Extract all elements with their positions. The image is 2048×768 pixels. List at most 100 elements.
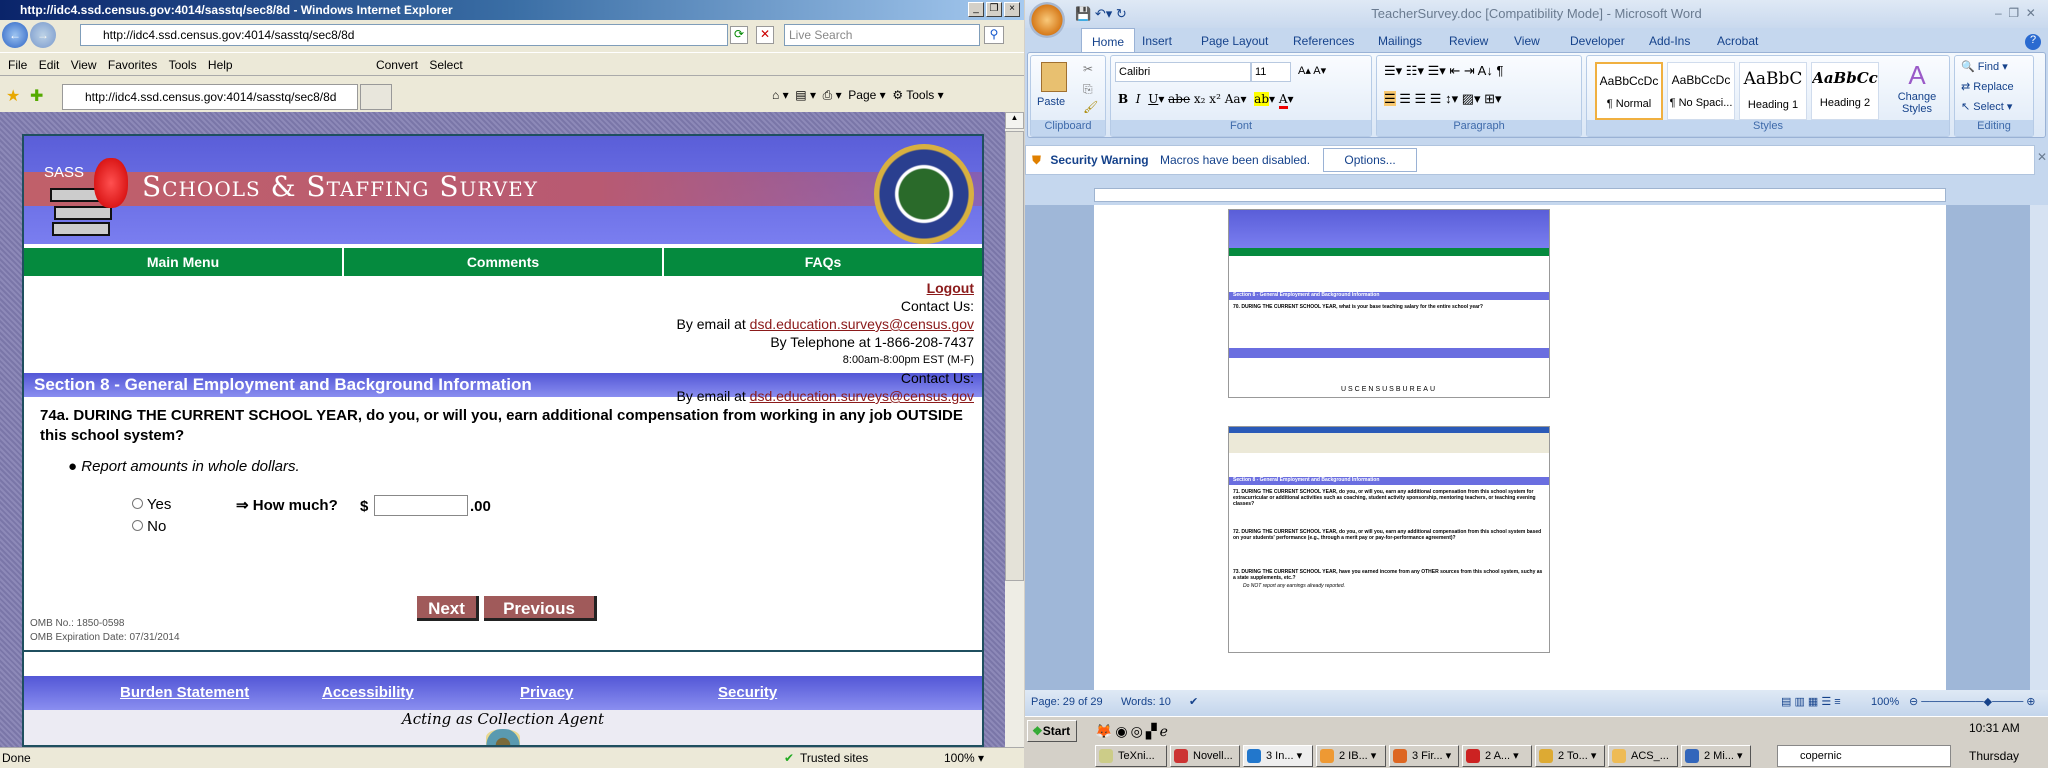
zoom-slider[interactable]: ⊖ ────────◆──── ⊕ [1909, 690, 2036, 714]
forward-button[interactable]: → [30, 22, 56, 48]
taskbar-item-ib[interactable]: 2 IB... ▾ [1316, 745, 1386, 767]
refresh-icon[interactable]: ⟳ [730, 26, 748, 44]
find-button[interactable]: 🔍 Find ▾ [1961, 60, 2008, 73]
search-input[interactable]: Live Search [784, 24, 980, 46]
font-size-select[interactable]: 11 [1251, 62, 1291, 82]
menu-edit[interactable]: Edit [39, 53, 60, 77]
menu-help[interactable]: Help [208, 53, 233, 77]
security-link[interactable]: Security [718, 684, 777, 701]
menu-view[interactable]: View [71, 53, 97, 77]
cut-icon[interactable]: ✂ [1083, 62, 1093, 76]
page-count[interactable]: Page: 29 of 29 [1031, 690, 1103, 714]
email-link[interactable]: dsd.education.surveys@census.gov [750, 316, 974, 332]
stop-icon[interactable]: ✕ [756, 26, 774, 44]
back-button[interactable]: ← [2, 22, 28, 48]
replace-button[interactable]: ⇄ Replace [1961, 80, 2014, 93]
view-buttons[interactable]: ▤ ▥ ▦ ☰ ≡ [1781, 690, 1841, 714]
tools-menu[interactable]: Tools [906, 88, 934, 102]
menu-favorites[interactable]: Favorites [108, 53, 157, 77]
vertical-scrollbar[interactable]: ▲ [1005, 112, 1024, 747]
convert-button[interactable]: Convert [376, 53, 418, 77]
select-button[interactable]: Select [429, 53, 462, 77]
style-normal[interactable]: AaBbCcDc ¶ Normal [1595, 62, 1663, 120]
style-heading-1[interactable]: AaBbC Heading 1 [1739, 62, 1807, 120]
tab-mailings[interactable]: Mailings [1378, 34, 1422, 48]
address-bar[interactable]: http://idc4.ssd.census.gov:4014/sasstq/s… [80, 24, 728, 46]
style-heading-2[interactable]: AaBbCc Heading 2 [1811, 62, 1879, 120]
copernic-search-box[interactable]: copernic [1777, 745, 1951, 767]
clock-time[interactable]: 10:31 AM [1969, 721, 2020, 735]
print-icon[interactable]: ⎙ ▾ [823, 88, 842, 102]
change-styles-button[interactable]: A Change Styles [1887, 60, 1947, 115]
amount-input[interactable] [374, 495, 468, 516]
tab-page-layout[interactable]: Page Layout [1201, 34, 1268, 48]
home-icon[interactable]: ⌂ ▾ [772, 88, 789, 102]
word-count[interactable]: Words: 10 [1121, 690, 1171, 714]
minimize-button[interactable]: _ [968, 2, 984, 17]
tab-acrobat[interactable]: Acrobat [1717, 34, 1758, 48]
undo-icon[interactable]: ↶▾ [1095, 6, 1112, 21]
paste-icon[interactable] [1041, 62, 1067, 92]
search-icon[interactable]: ⚲ [984, 26, 1004, 44]
taskbar-item-acs[interactable]: ACS_... [1608, 745, 1678, 767]
nav-main-menu[interactable]: Main Menu [24, 248, 344, 276]
previous-button[interactable]: Previous [484, 596, 597, 621]
taskbar-item-novell[interactable]: Novell... [1170, 745, 1240, 767]
redo-icon[interactable]: ↻ [1116, 6, 1127, 21]
close-button[interactable]: × [1004, 2, 1020, 17]
quick-launch[interactable]: 🦊◉◎▞ℯ [1095, 723, 1171, 740]
add-favorite-icon[interactable]: ✚ [30, 86, 43, 106]
copy-icon[interactable]: ⎘ [1083, 82, 1093, 97]
privacy-link[interactable]: Privacy [520, 684, 573, 701]
yes-radio[interactable] [132, 498, 143, 509]
tab-references[interactable]: References [1293, 34, 1354, 48]
list-indent-buttons[interactable]: ☰▾ ☷▾ ☰▾ ⇤ ⇥ A↓ ¶ [1381, 62, 1577, 82]
align-buttons[interactable]: ☰ ☰ ☰ ☰ ↕▾ ▨▾ ⊞▾ [1381, 90, 1577, 110]
nav-faqs[interactable]: FAQs [664, 248, 982, 276]
feeds-icon[interactable]: ▤ ▾ [795, 88, 816, 102]
proofing-icon[interactable]: ✔ [1189, 690, 1198, 714]
scroll-thumb[interactable] [1005, 131, 1024, 581]
window-controls[interactable]: – ❐ ✕ [1995, 6, 2036, 20]
options-button[interactable]: Options... [1323, 148, 1417, 172]
format-painter-icon[interactable]: 🖌 [1083, 100, 1098, 114]
help-icon[interactable]: ? [2025, 34, 2041, 50]
select-button[interactable]: ↖ Select ▾ [1961, 100, 2012, 113]
menu-tools[interactable]: Tools [169, 53, 197, 77]
favorites-star-icon[interactable]: ★ [6, 86, 20, 106]
nav-comments[interactable]: Comments [344, 248, 664, 276]
word-vertical-scrollbar[interactable] [2030, 205, 2048, 690]
taskbar-item-ie[interactable]: 3 In... ▾ [1243, 745, 1313, 767]
browser-tab[interactable]: http://idc4.ssd.census.gov:4014/sasstq/s… [62, 84, 358, 110]
new-tab-button[interactable] [360, 84, 392, 110]
tab-home[interactable]: Home [1081, 28, 1136, 55]
taskbar-item-acrobat[interactable]: 2 A... ▾ [1462, 745, 1532, 767]
paste-button[interactable]: Paste [1037, 96, 1065, 108]
save-icon[interactable]: 💾 [1075, 6, 1091, 21]
taskbar-item-texnic[interactable]: TeXni... [1095, 745, 1167, 767]
tab-view[interactable]: View [1514, 34, 1540, 48]
tab-insert[interactable]: Insert [1142, 34, 1172, 48]
logout-link[interactable]: Logout [927, 280, 974, 296]
next-button[interactable]: Next [417, 596, 479, 621]
burden-statement-link[interactable]: Burden Statement [120, 684, 249, 701]
grow-shrink-font[interactable]: A▴ A▾ [1295, 62, 1345, 82]
font-format-buttons[interactable]: B I U▾ abe x₂ x² Aa▾ ab▾ A▾ [1115, 90, 1369, 110]
taskbar-item-word[interactable]: 2 Mi... ▾ [1681, 745, 1751, 767]
tab-review[interactable]: Review [1449, 34, 1488, 48]
restore-button[interactable]: ❐ [986, 2, 1002, 17]
page-menu[interactable]: Page [848, 88, 876, 102]
zoom-control[interactable]: 100% ▾ [944, 748, 984, 768]
font-name-select[interactable]: Calibri [1115, 62, 1251, 82]
email-link-dup[interactable]: dsd.education.surveys@census.gov [750, 388, 974, 404]
close-warning-icon[interactable]: ✕ [2037, 150, 2047, 164]
start-button[interactable]: ❖Start [1027, 720, 1077, 742]
no-radio[interactable] [132, 520, 143, 531]
accessibility-link[interactable]: Accessibility [322, 684, 414, 701]
menu-file[interactable]: File [8, 53, 27, 77]
tab-developer[interactable]: Developer [1570, 34, 1625, 48]
tab-add-ins[interactable]: Add-Ins [1649, 34, 1690, 48]
taskbar-item-to[interactable]: 2 To... ▾ [1535, 745, 1605, 767]
style-no-spacing[interactable]: AaBbCcDc ¶ No Spaci... [1667, 62, 1735, 120]
taskbar-item-firefox[interactable]: 3 Fir... ▾ [1389, 745, 1459, 767]
